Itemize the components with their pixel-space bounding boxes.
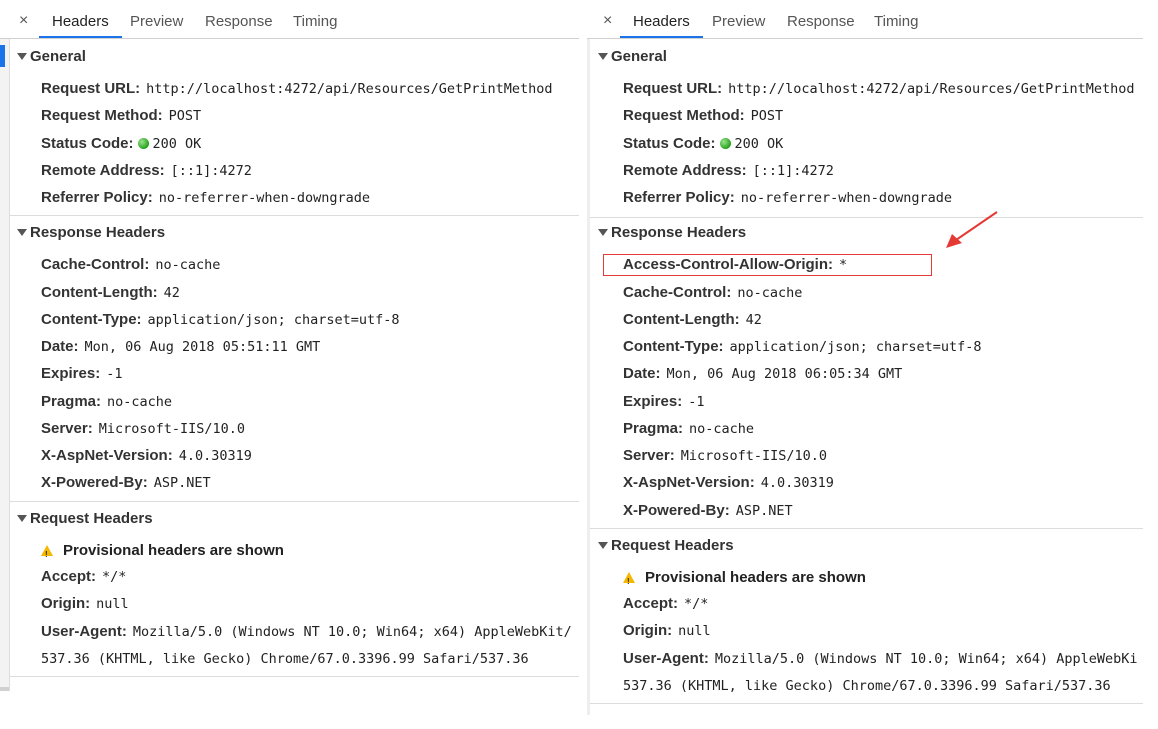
response-headers-section-toggle[interactable]: Response Headers bbox=[9, 221, 165, 245]
user-agent-continuation: 537.36 (KHTML, like Gecko) Chrome/67.0.3… bbox=[623, 678, 1111, 694]
left-devtools-panel: × Headers Preview Response Timing Genera… bbox=[0, 5, 579, 691]
tab-preview[interactable]: Preview bbox=[130, 5, 183, 38]
response-header-row: Content-Length: 42 bbox=[41, 284, 180, 301]
divider bbox=[590, 528, 1143, 529]
general-row: Remote Address: [::1]:4272 bbox=[41, 162, 252, 179]
tab-timing[interactable]: Timing bbox=[874, 5, 918, 38]
divider bbox=[9, 215, 579, 216]
response-header-row: Content-Length: 42 bbox=[623, 311, 762, 328]
request-list-edge bbox=[0, 39, 10, 691]
request-headers-section-toggle[interactable]: Request Headers bbox=[9, 507, 153, 531]
tab-timing[interactable]: Timing bbox=[293, 5, 337, 38]
response-header-row: X-AspNet-Version: 4.0.30319 bbox=[623, 474, 834, 491]
response-header-row: Cache-Control: no-cache bbox=[41, 256, 221, 273]
response-header-row: Date: Mon, 06 Aug 2018 05:51:11 GMT bbox=[41, 338, 321, 355]
triangle-down-icon bbox=[598, 228, 608, 236]
close-icon[interactable]: × bbox=[603, 5, 612, 38]
response-header-row: Date: Mon, 06 Aug 2018 06:05:34 GMT bbox=[623, 365, 903, 382]
divider bbox=[590, 703, 1143, 704]
triangle-down-icon bbox=[598, 52, 608, 60]
triangle-down-icon bbox=[17, 514, 27, 522]
user-agent-continuation: 537.36 (KHTML, like Gecko) Chrome/67.0.3… bbox=[41, 651, 529, 667]
request-header-row: Accept: */* bbox=[623, 595, 709, 612]
response-headers-section-toggle[interactable]: Response Headers bbox=[590, 221, 746, 245]
response-header-row: X-AspNet-Version: 4.0.30319 bbox=[41, 447, 252, 464]
tab-headers[interactable]: Headers bbox=[39, 5, 122, 38]
warning-icon bbox=[623, 572, 635, 591]
status-ok-icon bbox=[719, 138, 731, 149]
request-header-row: Origin: null bbox=[41, 595, 129, 612]
divider bbox=[9, 501, 579, 502]
response-header-row: X-Powered-By: ASP.NET bbox=[41, 474, 211, 491]
request-headers-section-toggle[interactable]: Request Headers bbox=[590, 534, 734, 558]
general-row: Remote Address: [::1]:4272 bbox=[623, 162, 834, 179]
response-header-row: Content-Type: application/json; charset=u… bbox=[41, 311, 400, 328]
general-row: Request URL: http://localhost:4272/api/Re… bbox=[623, 80, 1135, 97]
tab-bar: × Headers Preview Response Timing bbox=[0, 5, 579, 39]
general-section-toggle[interactable]: General bbox=[9, 45, 86, 69]
request-header-row: User-Agent: Mozilla/5.0 (Windows NT 10.0;… bbox=[41, 623, 572, 640]
tab-preview[interactable]: Preview bbox=[712, 5, 765, 38]
general-section-toggle[interactable]: General bbox=[590, 45, 667, 69]
request-list-edge bbox=[587, 39, 590, 715]
request-header-row: Accept: */* bbox=[41, 568, 127, 585]
tab-bar: × Headers Preview Response Timing bbox=[587, 5, 1143, 39]
general-row: Request URL: http://localhost:4272/api/Re… bbox=[41, 80, 553, 97]
annotation-arrow-icon bbox=[946, 211, 998, 248]
general-row: Request Method: POST bbox=[623, 107, 784, 124]
general-row: Status Code: 200 OK bbox=[623, 135, 784, 152]
status-ok-icon bbox=[137, 138, 149, 149]
request-header-row: Origin: null bbox=[623, 622, 711, 639]
response-header-row: Server: Microsoft-IIS/10.0 bbox=[623, 447, 828, 464]
tab-headers[interactable]: Headers bbox=[620, 5, 703, 38]
provisional-warning: Provisional headers are shown bbox=[41, 541, 284, 564]
tab-response[interactable]: Response bbox=[205, 5, 273, 38]
tab-response[interactable]: Response bbox=[787, 5, 855, 38]
general-row: Referrer Policy: no-referrer-when-downgra… bbox=[41, 189, 371, 206]
request-header-row: User-Agent: Mozilla/5.0 (Windows NT 10.0;… bbox=[623, 650, 1138, 667]
triangle-down-icon bbox=[17, 228, 27, 236]
triangle-down-icon bbox=[17, 52, 27, 60]
response-header-row: Pragma: no-cache bbox=[623, 420, 755, 437]
general-row: Referrer Policy: no-referrer-when-downgra… bbox=[623, 189, 953, 206]
close-icon[interactable]: × bbox=[19, 5, 28, 38]
response-header-row: X-Powered-By: ASP.NET bbox=[623, 502, 793, 519]
response-header-row: Content-Type: application/json; charset=u… bbox=[623, 338, 982, 355]
response-header-row: Cache-Control: no-cache bbox=[623, 284, 803, 301]
triangle-down-icon bbox=[598, 541, 608, 549]
right-devtools-panel: × Headers Preview Response Timing Genera… bbox=[587, 5, 1143, 715]
divider bbox=[9, 676, 579, 677]
general-row: Status Code: 200 OK bbox=[41, 135, 202, 152]
provisional-warning: Provisional headers are shown bbox=[623, 568, 866, 591]
response-header-row: Pragma: no-cache bbox=[41, 393, 173, 410]
warning-icon bbox=[41, 545, 53, 564]
general-row: Request Method: POST bbox=[41, 107, 202, 124]
response-header-row: Access-Control-Allow-Origin: * bbox=[623, 256, 848, 273]
response-header-row: Server: Microsoft-IIS/10.0 bbox=[41, 420, 246, 437]
response-header-row: Expires: -1 bbox=[623, 393, 705, 410]
divider bbox=[590, 217, 1143, 218]
response-header-row: Expires: -1 bbox=[41, 365, 123, 382]
